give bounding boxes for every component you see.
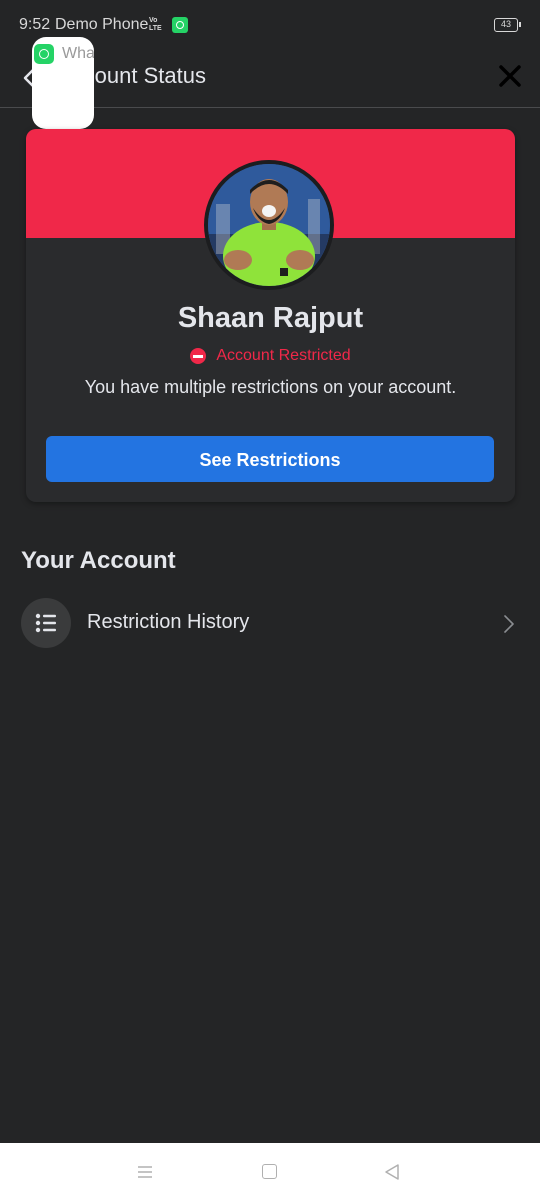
restriction-history-label: Restriction History (87, 611, 250, 633)
profile-photo (208, 164, 330, 286)
status-carrier: Demo Phone (55, 16, 149, 33)
restriction-message: You have multiple restrictions on your a… (84, 377, 457, 397)
status-label: Account Restricted (216, 347, 351, 364)
account-status-card: Shaan Rajput Account Restricted You have… (26, 129, 515, 502)
chevron-right-icon (504, 615, 514, 633)
list-icon-container (21, 598, 71, 648)
see-restrictions-button[interactable]: See Restrictions (46, 436, 494, 482)
back-triangle-icon[interactable] (384, 1163, 400, 1181)
battery-icon: 43 (494, 18, 521, 32)
restriction-history-item[interactable]: Restriction History (0, 596, 540, 652)
whatsapp-status-icon (172, 17, 188, 33)
avatar[interactable] (204, 160, 334, 290)
account-restricted-status: Account Restricted (26, 347, 515, 369)
restricted-icon (190, 348, 207, 364)
system-nav-bar (0, 1143, 540, 1200)
close-icon[interactable] (494, 60, 526, 92)
list-icon (35, 613, 56, 633)
home-icon[interactable] (262, 1164, 277, 1179)
profile-name: Shaan Rajput (177, 302, 364, 334)
volte-badge: Vo LTE (149, 17, 162, 32)
whatsapp-business-icon (34, 44, 54, 64)
status-time: 9:52 (19, 16, 51, 33)
menu-icon[interactable] (137, 1164, 153, 1180)
account-status-screen: 9:52 Demo Phone Vo LTE 43 Account Status… (0, 0, 540, 1200)
notification-text: Wha (62, 45, 94, 62)
section-title-your-account: Your Account (21, 547, 176, 574)
